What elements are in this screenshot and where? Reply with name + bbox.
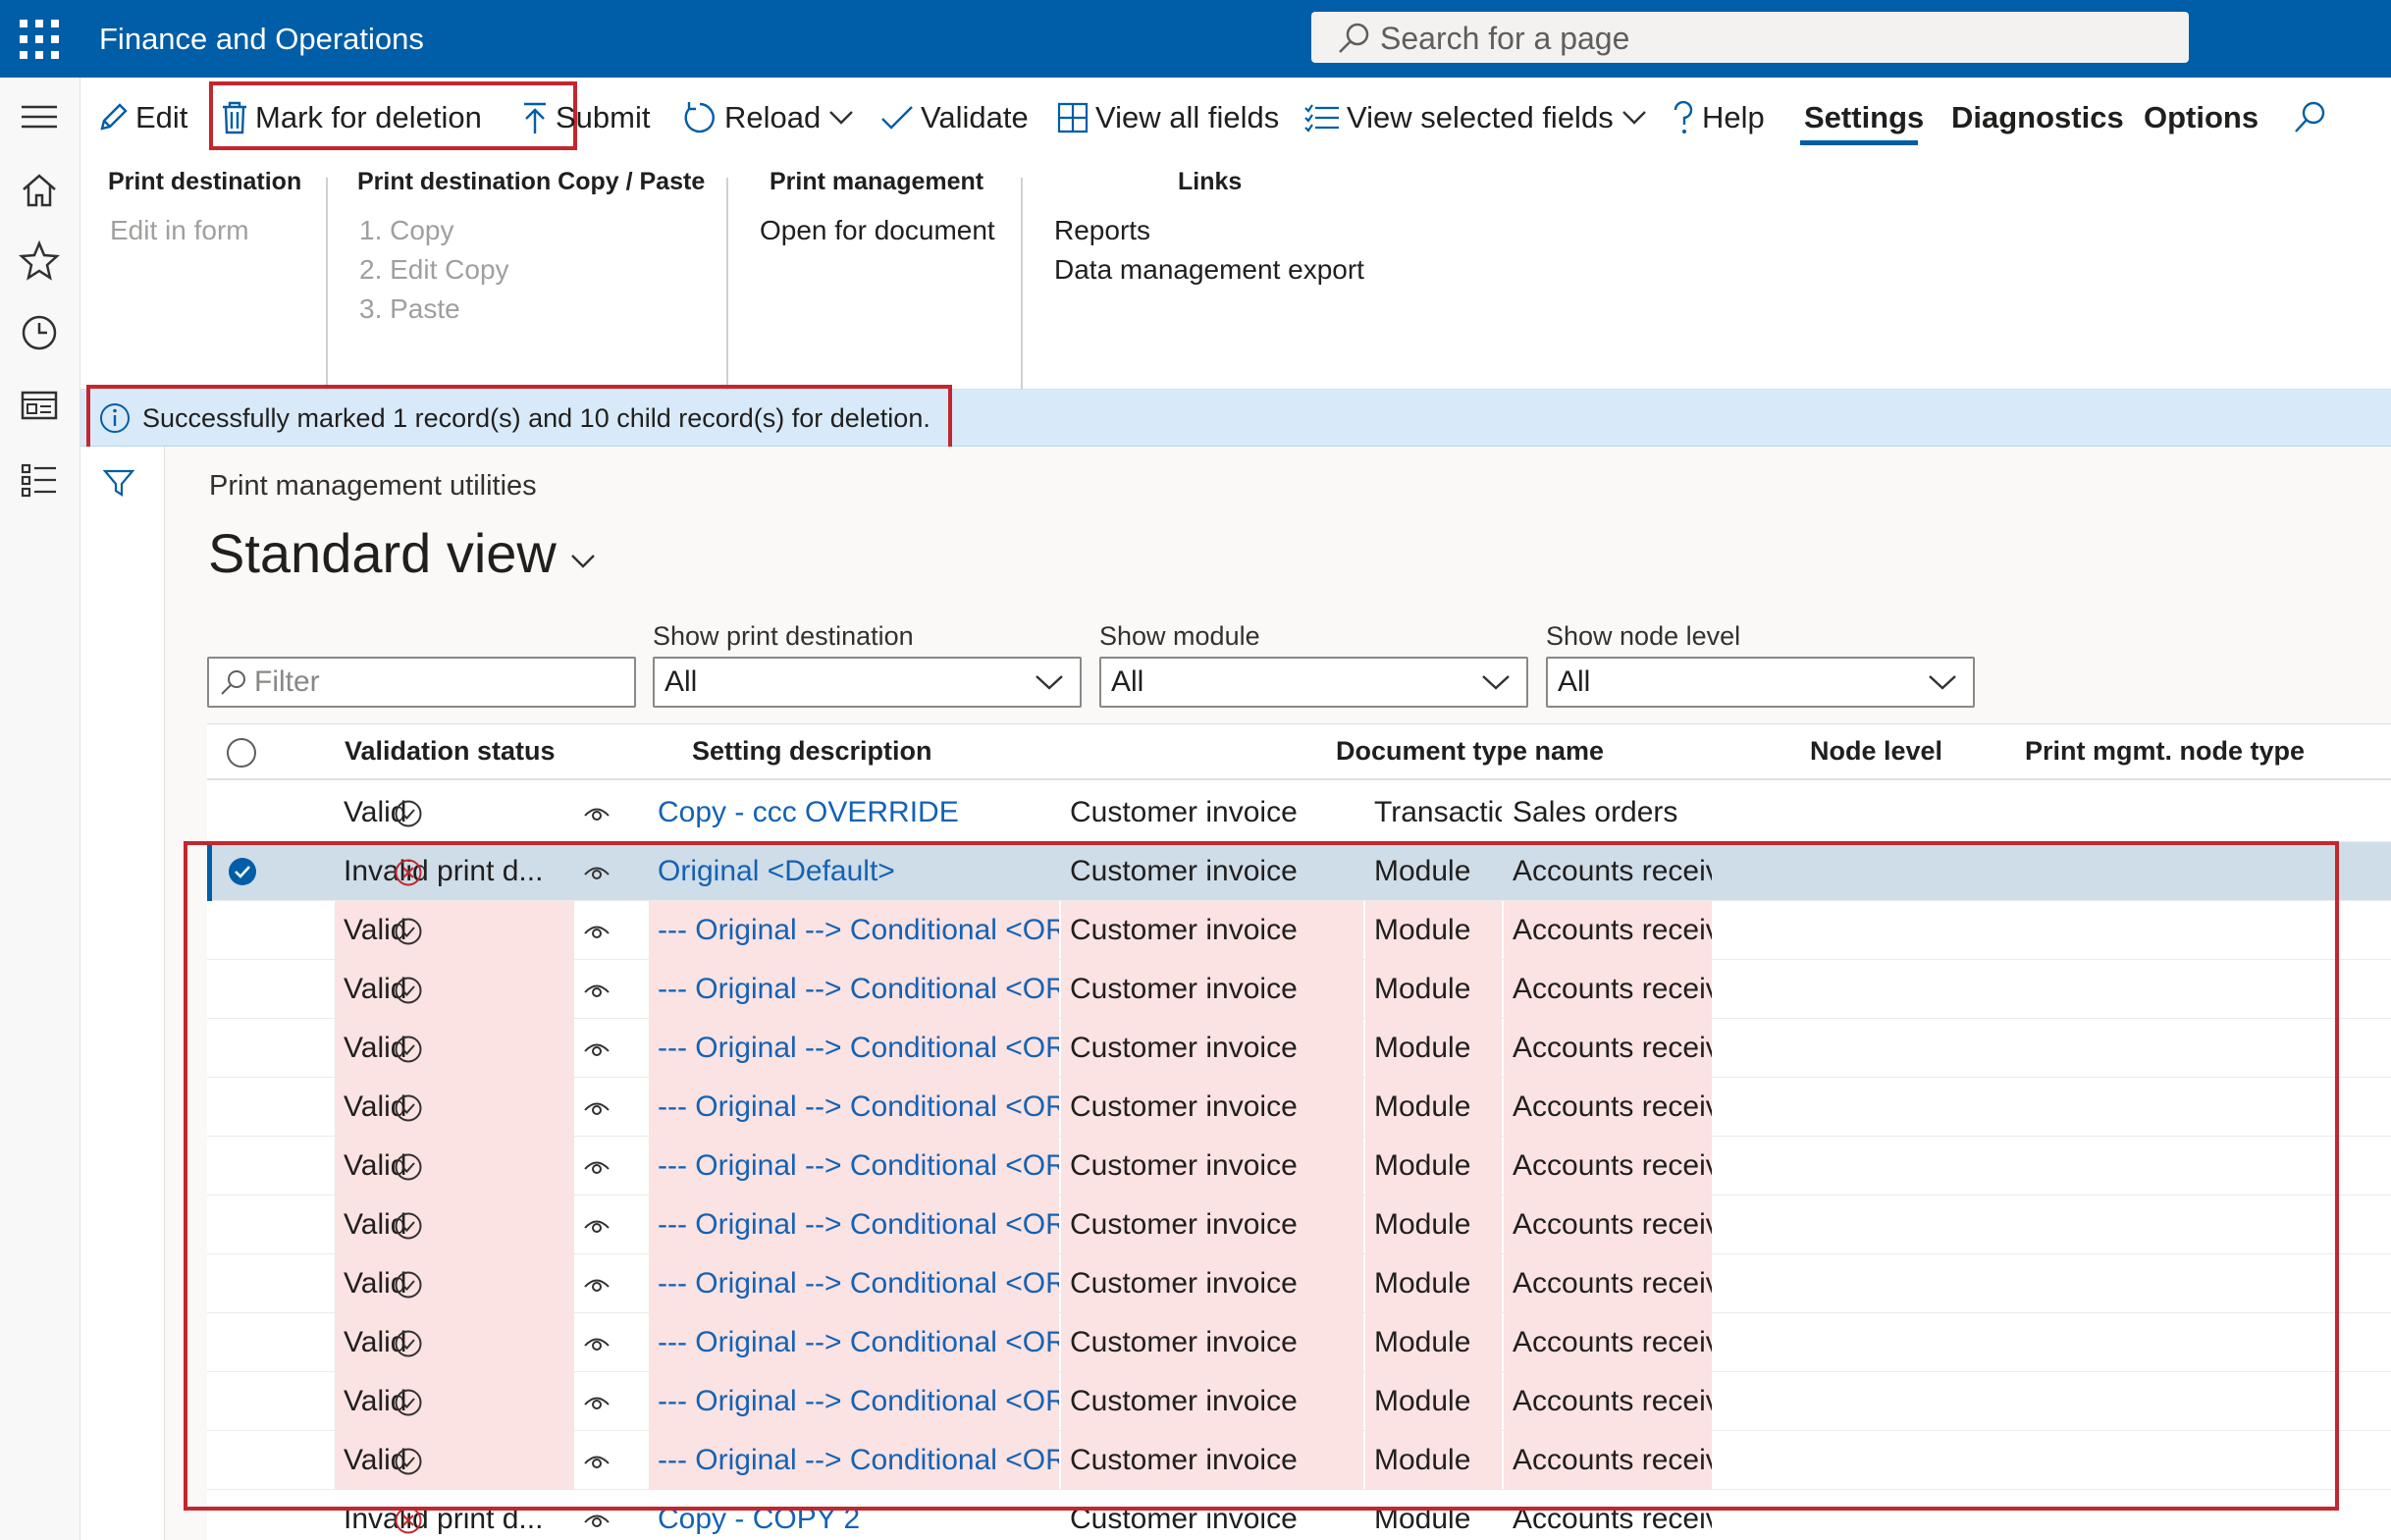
app-launcher-icon[interactable]	[18, 18, 61, 61]
view-selector[interactable]: Standard view	[208, 521, 600, 585]
node-type-cell: Sales orders	[1513, 796, 1678, 828]
reports-link[interactable]: Reports	[1054, 215, 1150, 246]
hamburger-icon[interactable]	[18, 95, 61, 138]
edit-button[interactable]: Edit	[96, 89, 187, 146]
help-label: Help	[1702, 100, 1765, 134]
chevron-down-icon	[1036, 675, 1063, 690]
data-management-export-link[interactable]: Data management export	[1054, 254, 1364, 286]
reload-label: Reload	[724, 100, 822, 134]
tab-settings[interactable]: Settings	[1804, 89, 1924, 146]
edit-label: Edit	[135, 100, 188, 134]
search-icon	[1339, 23, 1369, 53]
app-title[interactable]: Finance and Operations	[99, 18, 424, 61]
document-type-cell: Customer invoice	[1070, 796, 1298, 828]
tab-diagnostics-label: Diagnostics	[1951, 100, 2124, 134]
refresh-icon	[684, 102, 715, 133]
workspace-icon[interactable]	[18, 384, 61, 427]
chevron-down-icon	[1929, 675, 1956, 690]
show-print-destination-value: All	[664, 665, 698, 698]
edit-copy-button[interactable]: 2. Edit Copy	[359, 254, 509, 286]
show-module-value: All	[1111, 665, 1144, 698]
star-icon[interactable]	[18, 239, 61, 282]
column-header-setting-description[interactable]: Setting description	[692, 736, 932, 767]
edit-in-form-button[interactable]: Edit in form	[110, 215, 249, 246]
clock-icon[interactable]	[18, 311, 61, 354]
view-all-fields-button[interactable]: View all fields	[1056, 89, 1279, 146]
show-print-destination-label: Show print destination	[653, 621, 914, 651]
search-icon	[221, 670, 245, 695]
group-divider	[726, 178, 728, 413]
top-nav-bar: Finance and Operations Search for a page	[0, 0, 2391, 78]
grid-icon	[1057, 102, 1089, 133]
filter-icon[interactable]	[102, 466, 135, 500]
search-input[interactable]: Search for a page	[1311, 12, 2189, 63]
navigation-rail	[0, 78, 80, 1540]
column-header-node-type[interactable]: Print mgmt. node type	[2025, 736, 2305, 767]
node-level-cell: Transaction	[1374, 796, 1502, 828]
help-button[interactable]: Help	[1671, 89, 1765, 146]
search-placeholder: Search for a page	[1380, 21, 1630, 56]
group-divider	[326, 178, 328, 413]
show-module-label: Show module	[1099, 621, 1260, 651]
validate-label: Validate	[921, 100, 1029, 134]
column-header-validation-status[interactable]: Validation status	[345, 736, 556, 767]
show-node-level-dropdown[interactable]: All	[1546, 657, 1975, 708]
validate-button[interactable]: Validate	[879, 89, 1029, 146]
group-divider	[1021, 178, 1023, 413]
tab-options[interactable]: Options	[2144, 89, 2258, 146]
view-name: Standard view	[208, 522, 557, 584]
copy-button[interactable]: 1. Copy	[359, 215, 454, 246]
tab-options-label: Options	[2144, 100, 2259, 134]
open-for-document-button[interactable]: Open for document	[760, 215, 995, 246]
view-selected-fields-button[interactable]: View selected fields	[1303, 89, 1655, 146]
table-row[interactable]: Valid Copy - ccc OVERRIDE Customer invoice…	[207, 783, 2391, 842]
help-icon	[1674, 100, 1693, 133]
column-header-document-type-name[interactable]: Document type name	[1336, 736, 1604, 767]
pencil-icon	[100, 103, 128, 131]
submit-label: Submit	[556, 100, 651, 134]
group-links-title: Links	[1178, 168, 1243, 195]
group-copy-paste-title: Print destination Copy / Paste	[357, 168, 706, 195]
message-highlight	[86, 385, 952, 451]
chevron-down-icon	[1482, 675, 1510, 690]
select-all-checkbox[interactable]	[225, 736, 258, 770]
show-print-destination-dropdown[interactable]: All	[653, 657, 1082, 708]
view-selected-fields-label: View selected fields	[1347, 100, 1614, 134]
view-all-fields-label: View all fields	[1095, 100, 1280, 134]
status-cell: Valid	[344, 796, 407, 828]
column-header-node-level[interactable]: Node level	[1810, 736, 1942, 767]
group-print-destination-title: Print destination	[108, 168, 302, 195]
grid-filter-placeholder: Filter	[254, 665, 320, 698]
upload-icon	[524, 102, 546, 133]
tab-settings-label: Settings	[1804, 100, 1925, 134]
marked-rows-highlight	[184, 841, 2339, 1511]
paste-button[interactable]: 3. Paste	[359, 293, 460, 325]
chevron-down-icon	[1621, 111, 1646, 125]
filter-pane	[80, 447, 165, 1540]
grid-header: Validation status Setting description Do…	[207, 723, 2391, 780]
eye-icon[interactable]	[582, 799, 611, 828]
valid-check-icon	[395, 800, 422, 827]
show-node-level-value: All	[1558, 665, 1591, 698]
tab-diagnostics[interactable]: Diagnostics	[1951, 89, 2124, 146]
search-icon[interactable]	[2291, 99, 2328, 136]
submit-button[interactable]: Submit	[520, 89, 650, 146]
active-tab-indicator	[1800, 140, 1918, 145]
page-caption: Print management utilities	[209, 470, 537, 502]
show-module-dropdown[interactable]: All	[1099, 657, 1528, 708]
chevron-down-icon	[829, 111, 854, 125]
action-pane: Edit Mark for deletion Submit Reload Val…	[80, 78, 2391, 413]
grid-filter-input[interactable]: Filter	[207, 657, 636, 708]
field-list-icon	[1304, 104, 1339, 133]
checkmark-icon	[881, 106, 913, 130]
chevron-down-icon	[571, 554, 595, 568]
description-link[interactable]: Copy - ccc OVERRIDE	[649, 783, 1059, 842]
list-icon[interactable]	[18, 458, 61, 502]
home-icon[interactable]	[18, 168, 61, 211]
group-print-management-title: Print management	[770, 168, 984, 195]
show-node-level-label: Show node level	[1546, 621, 1741, 651]
reload-button[interactable]: Reload	[681, 89, 862, 146]
